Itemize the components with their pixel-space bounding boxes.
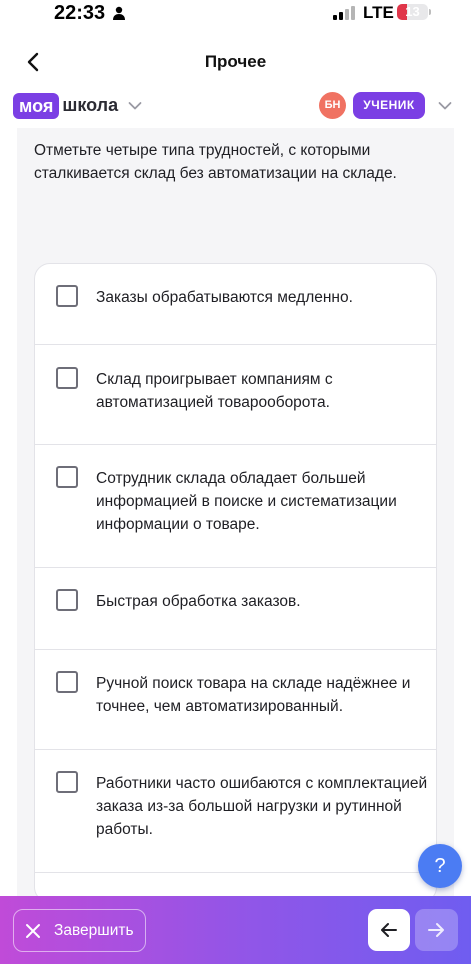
page-title: Прочее [204,52,267,71]
option-text: Склад проигрывает компаниям с автоматиза… [96,371,333,411]
arrow-right-icon [428,923,444,937]
question-text: Отметьте четыре типа трудностей, с котор… [34,142,397,182]
help-button[interactable]: ? [418,844,462,888]
finish-button[interactable]: Завершить [13,909,146,952]
option-item[interactable]: Склад проигрывает компаниям с автоматиза… [35,345,436,445]
status-time: 22:33 [54,2,106,24]
status-bar: 22:33 LTE 13 [0,0,471,30]
answer-options: Заказы обрабатываются медленно. Склад пр… [34,263,437,903]
option-text: Быстрая обработка заказов. [96,593,301,610]
checkbox[interactable] [56,466,78,488]
checkbox[interactable] [56,589,78,611]
battery-cap [429,9,431,15]
chevron-down-icon [128,101,142,109]
role-badge[interactable]: УЧЕНИК [353,92,425,119]
brand-logo-part1: моя [13,92,60,119]
option-text: Заказы обрабатываются медленно. [96,289,353,306]
brand-switcher[interactable]: моя школа [13,92,142,119]
person-icon [113,6,125,20]
battery-icon: 13 [397,4,428,20]
finish-label: Завершить [54,922,134,939]
option-item[interactable]: Ручной поиск товара на складе надёжнее и… [35,650,436,750]
option-item[interactable]: Заказы обрабатываются медленно. [35,264,436,345]
battery-level: 13 [405,4,420,19]
close-icon [26,924,40,938]
checkbox[interactable] [56,285,78,307]
option-text: Работники часто ошибаются с комплектацие… [96,775,428,838]
avatar[interactable]: БН [319,92,346,119]
option-item[interactable]: Работники часто ошибаются с комплектацие… [35,750,436,873]
checkbox[interactable] [56,771,78,793]
arrow-left-icon [381,923,397,937]
signal-icon [333,6,355,20]
option-text: Сотрудник склада обладает большей информ… [96,470,397,533]
checkbox[interactable] [56,367,78,389]
option-item[interactable]: Сотрудник склада обладает большей информ… [35,445,436,568]
next-button[interactable] [415,909,458,951]
network-type: LTE [363,3,394,22]
option-text: Ручной поиск товара на складе надёжнее и… [96,675,411,715]
chevron-down-icon[interactable] [438,101,452,111]
brand-logo-part2: школа [62,95,119,115]
option-item[interactable]: Быстрая обработка заказов. [35,568,436,650]
checkbox[interactable] [56,671,78,693]
prev-button[interactable] [368,909,410,951]
